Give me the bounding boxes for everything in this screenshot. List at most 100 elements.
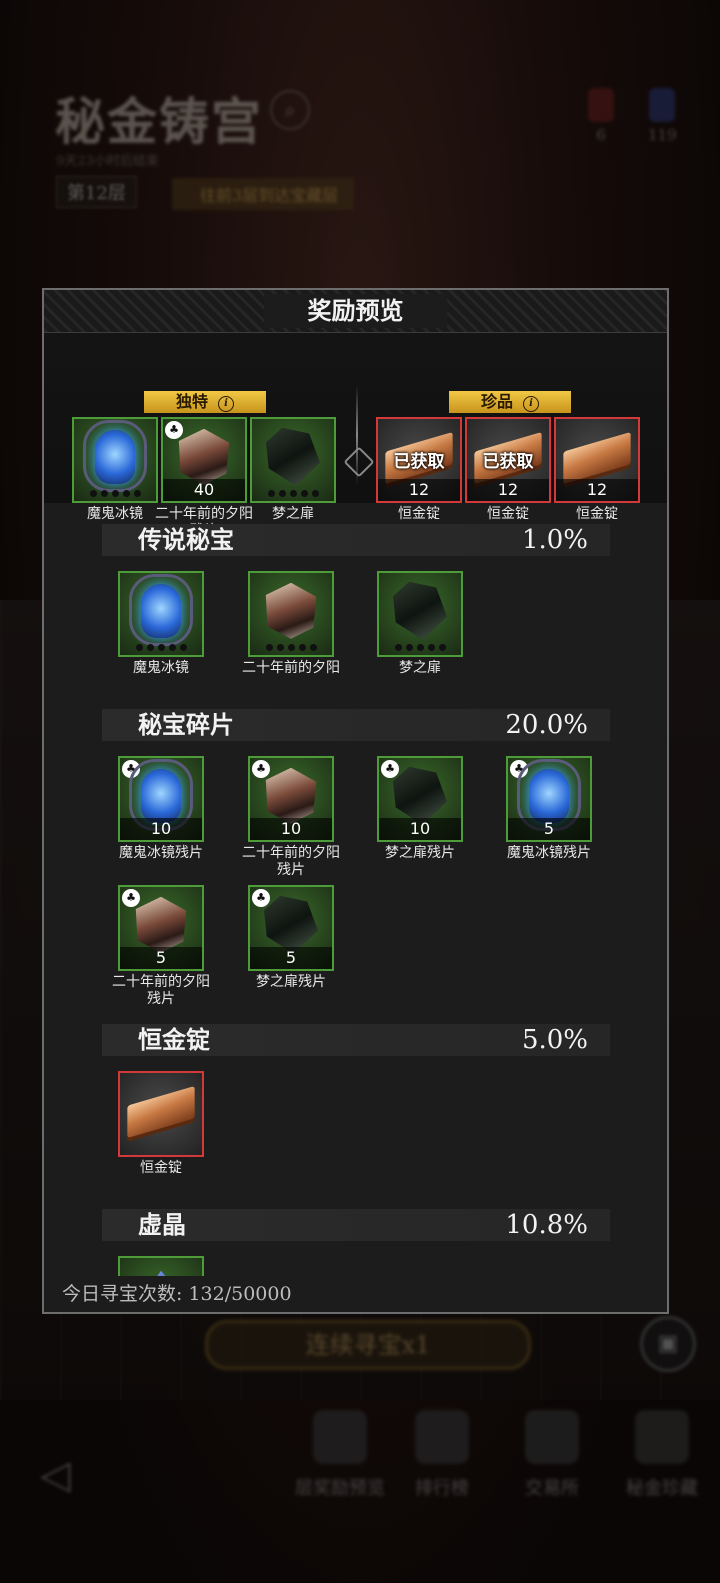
- reward-item[interactable]: ♣ 5 梦之扉残片: [248, 885, 334, 991]
- item-label: 二十年前的夕阳: [242, 660, 340, 676]
- fragment-badge-icon: ♣: [252, 889, 270, 907]
- item-tile: ♣ 5: [506, 756, 592, 842]
- rare-tag: 珍品 i: [449, 391, 571, 413]
- divider-ornament: [343, 446, 375, 478]
- fragment-badge-icon: ♣: [381, 760, 399, 778]
- item-tile: [377, 571, 463, 657]
- fragment-badge-icon: ♣: [122, 889, 140, 907]
- item-tile: [248, 571, 334, 657]
- star-dots: [250, 644, 332, 651]
- item-count: 10: [379, 818, 461, 840]
- item-count: 10: [120, 818, 202, 840]
- ice-mirror-icon: [517, 758, 581, 831]
- ice-mirror-icon: [83, 419, 147, 492]
- item-tile: ♣ 5: [118, 885, 204, 971]
- section-name: 恒金锭: [138, 1025, 210, 1054]
- item-tile: 已获取 12: [376, 417, 462, 503]
- item-count: 10: [250, 818, 332, 840]
- reward-item[interactable]: 恒金锭: [118, 1071, 204, 1177]
- sunset-fragment-icon: [135, 896, 187, 953]
- reward-item[interactable]: ♣ 10 梦之扉残片: [377, 756, 463, 862]
- item-count: 12: [378, 479, 460, 501]
- item-tile: ♣ 5: [248, 885, 334, 971]
- section-percent: 5.0%: [521, 1025, 588, 1055]
- section-percent: 20.0%: [505, 710, 588, 740]
- item-label: 恒金锭: [140, 1160, 182, 1176]
- reward-item[interactable]: ♣ 10 二十年前的夕阳残片: [242, 756, 340, 879]
- item-tile: 已获取 12: [465, 417, 551, 503]
- sunset-fragment-icon: [265, 767, 317, 824]
- fragment-badge-icon: ♣: [252, 760, 270, 778]
- unique-tag-label: 独特: [175, 392, 208, 411]
- dream-door-icon: [393, 581, 447, 640]
- item-label: 魔鬼冰镜残片: [119, 845, 203, 861]
- item-count: 12: [467, 479, 549, 501]
- sunset-icon: [265, 582, 317, 639]
- dialog-header: 奖励预览: [44, 290, 667, 333]
- unique-tag: 独特 i: [144, 391, 266, 413]
- item-label: 魔鬼冰镜: [133, 660, 189, 676]
- item-tile: [72, 417, 158, 503]
- obtained-label: 已获取: [482, 452, 534, 472]
- dream-door-icon: [266, 427, 320, 486]
- star-dots: [379, 644, 461, 651]
- info-icon[interactable]: i: [218, 396, 234, 412]
- obtained-label: 已获取: [393, 452, 445, 472]
- section-name: 传说秘宝: [138, 525, 234, 554]
- dialog-title: 奖励预览: [307, 296, 404, 325]
- section-header: 传说秘宝 1.0%: [102, 524, 610, 556]
- item-tile: [118, 1256, 204, 1276]
- star-dots: [74, 490, 156, 497]
- gold-ingot-icon: [563, 432, 631, 485]
- section-name: 秘宝碎片: [138, 710, 234, 739]
- ice-mirror-icon: [129, 758, 193, 831]
- featured-rewards: 独特i 珍品i 魔鬼冰镜 ♣ 40 二十年前的夕阳残片: [44, 333, 667, 539]
- reward-preview-dialog: 奖励预览 独特 i 珍品 i 魔鬼冰镜 ♣ 40 二十年前的夕阳残片: [42, 288, 669, 1314]
- item-tile: ♣ 10: [377, 756, 463, 842]
- item-count: 5: [250, 947, 332, 969]
- item-count: 12: [556, 479, 638, 501]
- item-label: 梦之扉残片: [256, 974, 326, 990]
- star-dots: [252, 490, 334, 497]
- fragment-badge-icon: ♣: [165, 421, 183, 439]
- item-tile: ♣ 10: [248, 756, 334, 842]
- item-label: 二十年前的夕阳残片: [112, 974, 210, 1007]
- section-name: 虚晶: [138, 1210, 186, 1239]
- item-tile: [250, 417, 336, 503]
- item-tile: 12: [554, 417, 640, 503]
- item-label: 梦之扉残片: [385, 845, 455, 861]
- reward-item[interactable]: [118, 1256, 204, 1276]
- item-count: 5: [120, 947, 202, 969]
- reward-item[interactable]: 梦之扉: [377, 571, 463, 677]
- item-label: 梦之扉: [399, 660, 441, 676]
- item-tile: ♣ 40: [161, 417, 247, 503]
- reward-item[interactable]: 魔鬼冰镜: [118, 571, 204, 677]
- reward-item[interactable]: ♣ 5 魔鬼冰镜残片: [506, 756, 592, 862]
- item-count: 40: [163, 479, 245, 501]
- reward-item[interactable]: ♣ 5 二十年前的夕阳残片: [112, 885, 210, 1008]
- item-tile: ♣ 10: [118, 756, 204, 842]
- reward-item[interactable]: ♣ 10 魔鬼冰镜残片: [118, 756, 204, 862]
- item-label: 魔鬼冰镜残片: [507, 845, 591, 861]
- section-header: 虚晶 10.8%: [102, 1209, 610, 1241]
- void-crystal-icon: [136, 1270, 186, 1276]
- star-dots: [120, 644, 202, 651]
- sunset-fragment-icon: [178, 428, 230, 485]
- section-header: 恒金锭 5.0%: [102, 1024, 610, 1056]
- section-percent: 10.8%: [505, 1210, 588, 1240]
- section-percent: 1.0%: [521, 525, 588, 555]
- ice-mirror-icon: [129, 573, 193, 646]
- item-tile: [118, 1071, 204, 1157]
- rare-tag-label: 珍品: [480, 392, 513, 411]
- gold-ingot-icon: [127, 1086, 195, 1139]
- info-icon[interactable]: i: [523, 396, 539, 412]
- reward-item[interactable]: 二十年前的夕阳: [242, 571, 340, 677]
- dream-door-icon: [393, 766, 447, 825]
- daily-hunt-count: 今日寻宝次数: 132/50000: [62, 1283, 292, 1305]
- item-count: 5: [508, 818, 590, 840]
- reward-list[interactable]: 传说秘宝 1.0% 魔鬼冰镜 二十年前的夕阳 梦之扉 秘宝碎片 20.0% ♣ …: [44, 502, 667, 1276]
- section-header: 秘宝碎片 20.0%: [102, 709, 610, 741]
- dream-door-icon: [264, 895, 318, 954]
- item-tile: [118, 571, 204, 657]
- item-label: 二十年前的夕阳残片: [242, 845, 340, 878]
